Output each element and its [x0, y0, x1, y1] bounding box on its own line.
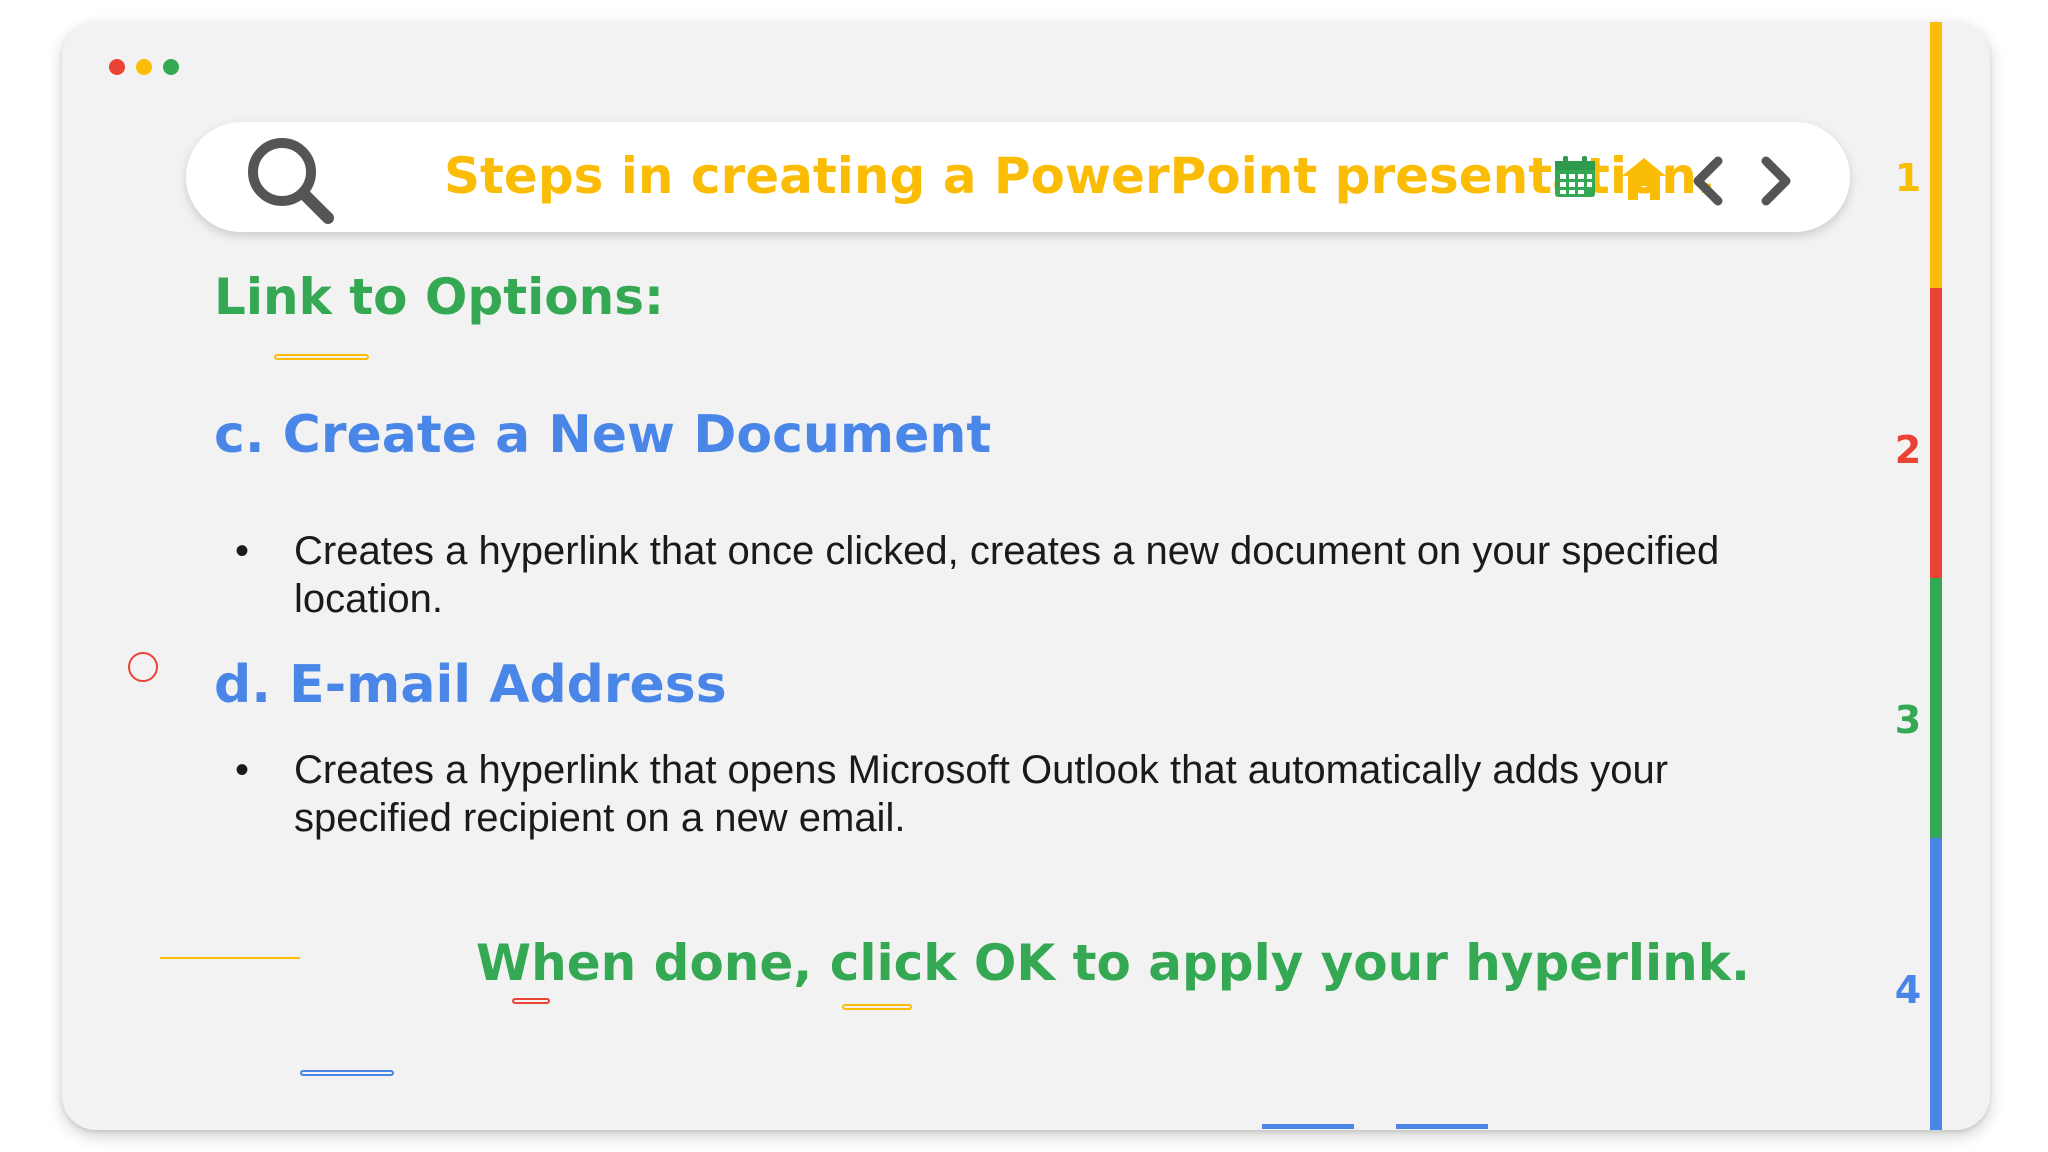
window-close-button[interactable] — [109, 59, 125, 75]
option-description: • Creates a hyperlink that once clicked,… — [222, 527, 1782, 627]
decorative-dash — [842, 1004, 912, 1010]
search-title: Steps in creating a PowerPoint presentat… — [444, 147, 1716, 205]
tab-3-bar[interactable] — [1930, 578, 1942, 838]
description-text: Creates a hyperlink that opens Microsoft… — [294, 746, 1744, 842]
home-icon[interactable] — [1620, 156, 1668, 202]
chevron-right-icon[interactable] — [1756, 156, 1796, 206]
window-minimize-button[interactable] — [136, 59, 152, 75]
decorative-line — [1262, 1124, 1354, 1129]
window-maximize-button[interactable] — [163, 59, 179, 75]
option-description: • Creates a hyperlink that opens Microso… — [222, 746, 1782, 846]
tab-2-bar[interactable] — [1930, 288, 1942, 578]
chevron-left-icon[interactable] — [1688, 156, 1728, 206]
description-line: specified recipient on a new email. — [294, 796, 906, 840]
search-icon[interactable] — [244, 134, 336, 226]
description-line: location. — [294, 577, 443, 621]
description-line: Creates a hyperlink that once clicked, c… — [294, 529, 1720, 573]
decorative-dash — [300, 1070, 394, 1076]
description-text: Creates a hyperlink that once clicked, c… — [294, 527, 1744, 623]
footer-note: When done, click OK to apply your hyperl… — [476, 934, 1750, 992]
tab-1[interactable]: 1 — [1888, 158, 1928, 198]
bullet-marker: • — [234, 529, 249, 573]
decorative-dash — [512, 998, 550, 1004]
app-window: Steps in creating a PowerPoint presentat… — [62, 22, 1990, 1130]
search-bar[interactable]: Steps in creating a PowerPoint presentat… — [186, 122, 1850, 232]
decorative-line — [1396, 1124, 1488, 1129]
tab-4[interactable]: 4 — [1888, 970, 1928, 1010]
option-heading: d. E-mail Address — [214, 655, 727, 715]
description-line: Creates a hyperlink that opens Microsoft… — [294, 748, 1669, 792]
tab-1-bar[interactable] — [1930, 22, 1942, 288]
tab-4-bar[interactable] — [1930, 838, 1942, 1130]
tab-3[interactable]: 3 — [1888, 700, 1928, 740]
section-title: Link to Options: — [214, 268, 664, 326]
decorative-dash — [274, 354, 369, 360]
decorative-circle — [128, 652, 158, 682]
side-tab-rail — [1930, 22, 1942, 1130]
option-heading: c. Create a New Document — [214, 405, 992, 465]
tab-2[interactable]: 2 — [1888, 430, 1928, 470]
bullet-marker: • — [234, 748, 249, 792]
decorative-line — [160, 957, 300, 959]
calendar-icon[interactable] — [1552, 154, 1598, 200]
